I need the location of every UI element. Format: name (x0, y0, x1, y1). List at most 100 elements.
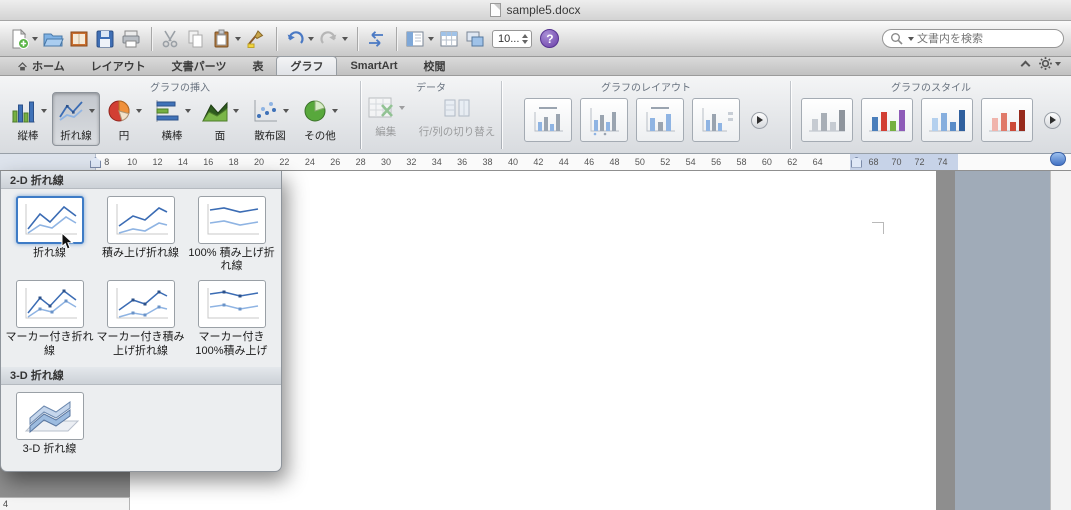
style-more-button[interactable] (1044, 111, 1061, 129)
button-label: その他 (304, 130, 336, 142)
menu-item-line[interactable]: 折れ線 (4, 196, 95, 273)
line-3d-preview-icon (24, 400, 79, 433)
chevron-down-icon (235, 36, 241, 41)
chart-layout-thumbnail[interactable] (692, 98, 740, 142)
collapse-ribbon-button[interactable] (1020, 60, 1031, 71)
insert-line-chart-button[interactable]: 折れ線 (52, 92, 100, 146)
chevron-down-icon (1055, 61, 1061, 66)
edit-data-button[interactable]: 編集 (363, 92, 409, 141)
menu-item-label: 3-D 折れ線 (22, 442, 77, 455)
ruler-number: 72 (914, 157, 925, 167)
show-table-button[interactable] (437, 26, 461, 52)
chevron-down-icon (283, 109, 289, 113)
insert-column-chart-button[interactable]: 縦棒 (4, 92, 52, 146)
undo-button[interactable] (283, 26, 315, 52)
chevron-down-icon (332, 109, 338, 113)
help-button[interactable]: ? (540, 29, 560, 48)
search-box[interactable] (882, 29, 1064, 48)
chevron-down-icon (41, 109, 47, 113)
chevron-down-icon (428, 36, 434, 41)
tab-table[interactable]: 表 (239, 57, 276, 75)
view-layout-button[interactable] (403, 26, 435, 52)
vertical-scrollbar-track[interactable] (1050, 171, 1071, 510)
scrollbar-thumb[interactable] (1050, 152, 1066, 166)
tab-review[interactable]: 校閲 (411, 57, 459, 75)
chart-layout-thumbnail[interactable] (580, 98, 628, 142)
toolbar-separator (396, 26, 397, 51)
windows-icon (466, 31, 484, 46)
insert-bar-chart-button[interactable]: 横棒 (148, 92, 196, 146)
insert-area-chart-button[interactable]: 面 (196, 92, 244, 146)
switch-row-column-icon (444, 99, 470, 117)
ruler-number: 16 (203, 157, 214, 167)
print-button[interactable] (119, 26, 143, 52)
columns-view-icon (406, 31, 424, 46)
ruler-number: 10 (127, 157, 138, 167)
save-button[interactable] (93, 26, 117, 52)
menu-item-marker-100-stacked[interactable]: マーカー付き100%積み上げ (186, 280, 277, 357)
clipboard-icon (214, 29, 229, 47)
vertical-ruler-number: 4 (3, 499, 9, 509)
chart-style-thumbnail[interactable] (981, 98, 1033, 142)
cut-button[interactable] (158, 26, 182, 52)
ruler-number: 34 (431, 157, 442, 167)
copy-icon (188, 30, 203, 47)
line-chart-gallery-menu: 2-D 折れ線 折れ線 積み上げ折れ線 100% 積み上げ折れ線 マーカー付き折… (0, 171, 282, 472)
zoom-stepper[interactable] (522, 33, 529, 44)
chart-style-thumbnail[interactable] (861, 98, 913, 142)
open-button[interactable] (41, 26, 65, 52)
menu-item-3d-line[interactable]: 3-D 折れ線 (4, 391, 95, 456)
zoom-combobox[interactable]: 10... (492, 29, 533, 48)
chevron-down-icon (398, 106, 405, 110)
gallery-button[interactable] (67, 26, 91, 52)
stacked-line-preview-icon (116, 204, 168, 235)
chevron-down-icon (32, 36, 38, 41)
media-browser-button[interactable] (463, 26, 487, 52)
menu-item-100-stacked-line[interactable]: 100% 積み上げ折れ線 (186, 196, 277, 273)
bar-chart-icon (156, 100, 179, 122)
ribbon-settings-button[interactable] (1038, 56, 1061, 71)
search-input[interactable] (917, 32, 1056, 45)
layout-preview-icon (702, 108, 733, 132)
toolbar-separator (357, 26, 358, 51)
chart-style-thumbnail[interactable] (921, 98, 973, 142)
paste-button[interactable] (210, 26, 242, 52)
ruler-numbers: 8 10 12 14 16 18 20 22 24 26 28 30 32 34 36 38 40 42 44 46 4… (94, 154, 830, 170)
tab-document-parts[interactable]: 文書パーツ (159, 57, 240, 75)
chart-style-thumbnail[interactable] (801, 98, 853, 142)
copy-button[interactable] (184, 26, 208, 52)
button-label: 縦棒 (17, 130, 39, 142)
menu-item-marker-stacked-line[interactable]: マーカー付き積み上げ折れ線 (95, 280, 186, 357)
insert-scatter-chart-button[interactable]: 散布図 (244, 92, 296, 146)
window-title: sample5.docx (506, 3, 581, 17)
insert-pie-chart-button[interactable]: 円 (100, 92, 148, 146)
redo-button[interactable] (317, 26, 349, 52)
menu-item-marker-line[interactable]: マーカー付き折れ線 (4, 280, 95, 357)
tab-smartart[interactable]: SmartArt (337, 57, 410, 75)
switch-row-column-button[interactable]: 行/列の切り替え (415, 92, 499, 141)
group-data: データ 編集 行/列の切り替え (361, 76, 501, 153)
ruler-number: 28 (355, 157, 366, 167)
tab-home[interactable]: ホーム (4, 57, 78, 75)
ruler-left-margin (0, 154, 96, 170)
undo-icon (287, 30, 304, 44)
ribbon-tabbar: ホーム レイアウト 文書パーツ 表 グラフ SmartArt 校閲 (0, 56, 1071, 76)
chevron-down-icon (908, 36, 914, 41)
tab-layout[interactable]: レイアウト (78, 57, 159, 75)
layout-more-button[interactable] (751, 111, 768, 129)
chart-layout-thumbnail[interactable] (524, 98, 572, 142)
tab-label: グラフ (290, 61, 324, 73)
ruler-number: 56 (711, 157, 722, 167)
group-label: グラフの挿入 (150, 83, 210, 94)
new-document-button[interactable] (7, 26, 39, 52)
format-swap-button[interactable] (364, 26, 388, 52)
right-margin-marker[interactable] (851, 156, 862, 168)
button-label: 面 (214, 130, 226, 142)
format-painter-button[interactable] (244, 26, 268, 52)
horizontal-scrollbar[interactable]: 4 (0, 497, 130, 510)
ruler-number: 74 (937, 157, 948, 167)
menu-item-stacked-line[interactable]: 積み上げ折れ線 (95, 196, 186, 273)
chart-layout-thumbnail[interactable] (636, 98, 684, 142)
insert-other-chart-button[interactable]: その他 (296, 92, 344, 146)
tab-chart[interactable]: グラフ (276, 56, 338, 75)
